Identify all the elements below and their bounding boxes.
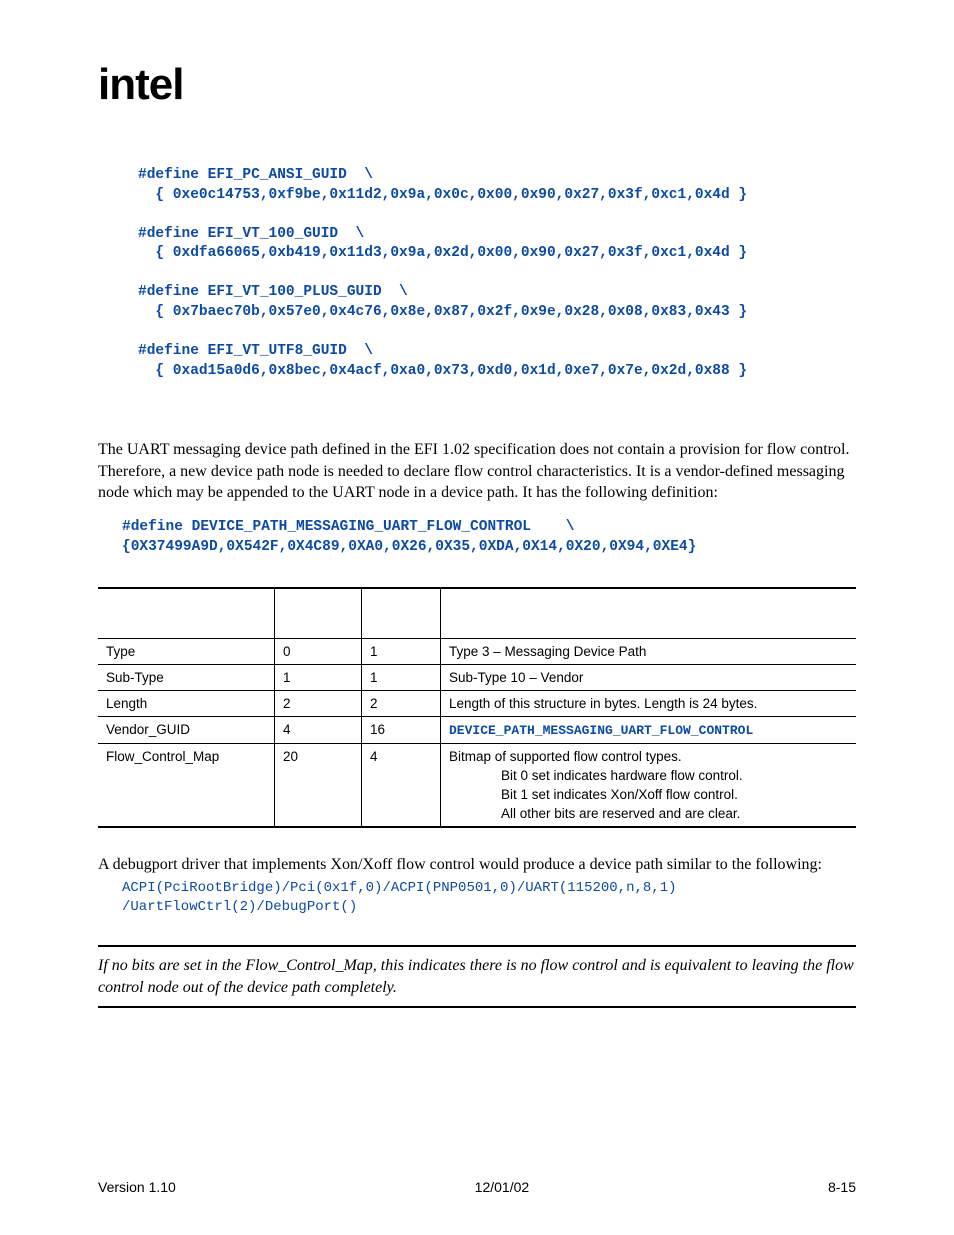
code-block-1: #define EFI_PC_ANSI_GUID \ { 0xe0c14753,… [138,166,856,381]
cell: Bitmap of supported flow control types. … [441,743,857,827]
footer-page: 8-15 [828,1179,856,1195]
cell: Flow_Control_Map [98,743,275,827]
footer-date: 12/01/02 [475,1179,530,1195]
code-block-3: ACPI(PciRootBridge)/Pci(0x1f,0)/ACPI(PNP… [122,879,856,917]
cell: Length of this structure in bytes. Lengt… [441,690,857,716]
paragraph-2: A debugport driver that implements Xon/X… [98,854,856,876]
cell: Type [98,638,275,664]
cell: Type 3 – Messaging Device Path [441,638,857,664]
table-row: Length 2 2 Length of this structure in b… [98,690,856,716]
cell: 1 [362,638,441,664]
cell: 4 [362,743,441,827]
cell: 4 [275,716,362,743]
table-row: Sub-Type 1 1 Sub-Type 10 – Vendor [98,664,856,690]
note-box: If no bits are set in the Flow_Control_M… [98,945,856,1008]
cell: 16 [362,716,441,743]
table-header-description [441,588,857,638]
table-header-mnemonic [98,588,275,638]
cell: 20 [275,743,362,827]
table-header-length [362,588,441,638]
cell: 0 [275,638,362,664]
cell: 1 [362,664,441,690]
cell: Vendor_GUID [98,716,275,743]
table-row: Flow_Control_Map 20 4 Bitmap of supporte… [98,743,856,827]
paragraph-1: The UART messaging device path defined i… [98,439,856,504]
cell: 1 [275,664,362,690]
uart-flow-control-table: Type 0 1 Type 3 – Messaging Device Path … [98,587,856,828]
cell: DEVICE_PATH_MESSAGING_UART_FLOW_CONTROL [441,716,857,743]
page-footer: Version 1.10 12/01/02 8-15 [98,1179,856,1195]
cell: Length [98,690,275,716]
cell: 2 [362,690,441,716]
table-header-offset [275,588,362,638]
table-row: Vendor_GUID 4 16 DEVICE_PATH_MESSAGING_U… [98,716,856,743]
cell: Sub-Type 10 – Vendor [441,664,857,690]
cell: Sub-Type [98,664,275,690]
table-row: Type 0 1 Type 3 – Messaging Device Path [98,638,856,664]
code-block-2: #define DEVICE_PATH_MESSAGING_UART_FLOW_… [122,518,856,557]
footer-version: Version 1.10 [98,1179,176,1195]
cell: 2 [275,690,362,716]
intel-logo: intel [98,60,856,110]
